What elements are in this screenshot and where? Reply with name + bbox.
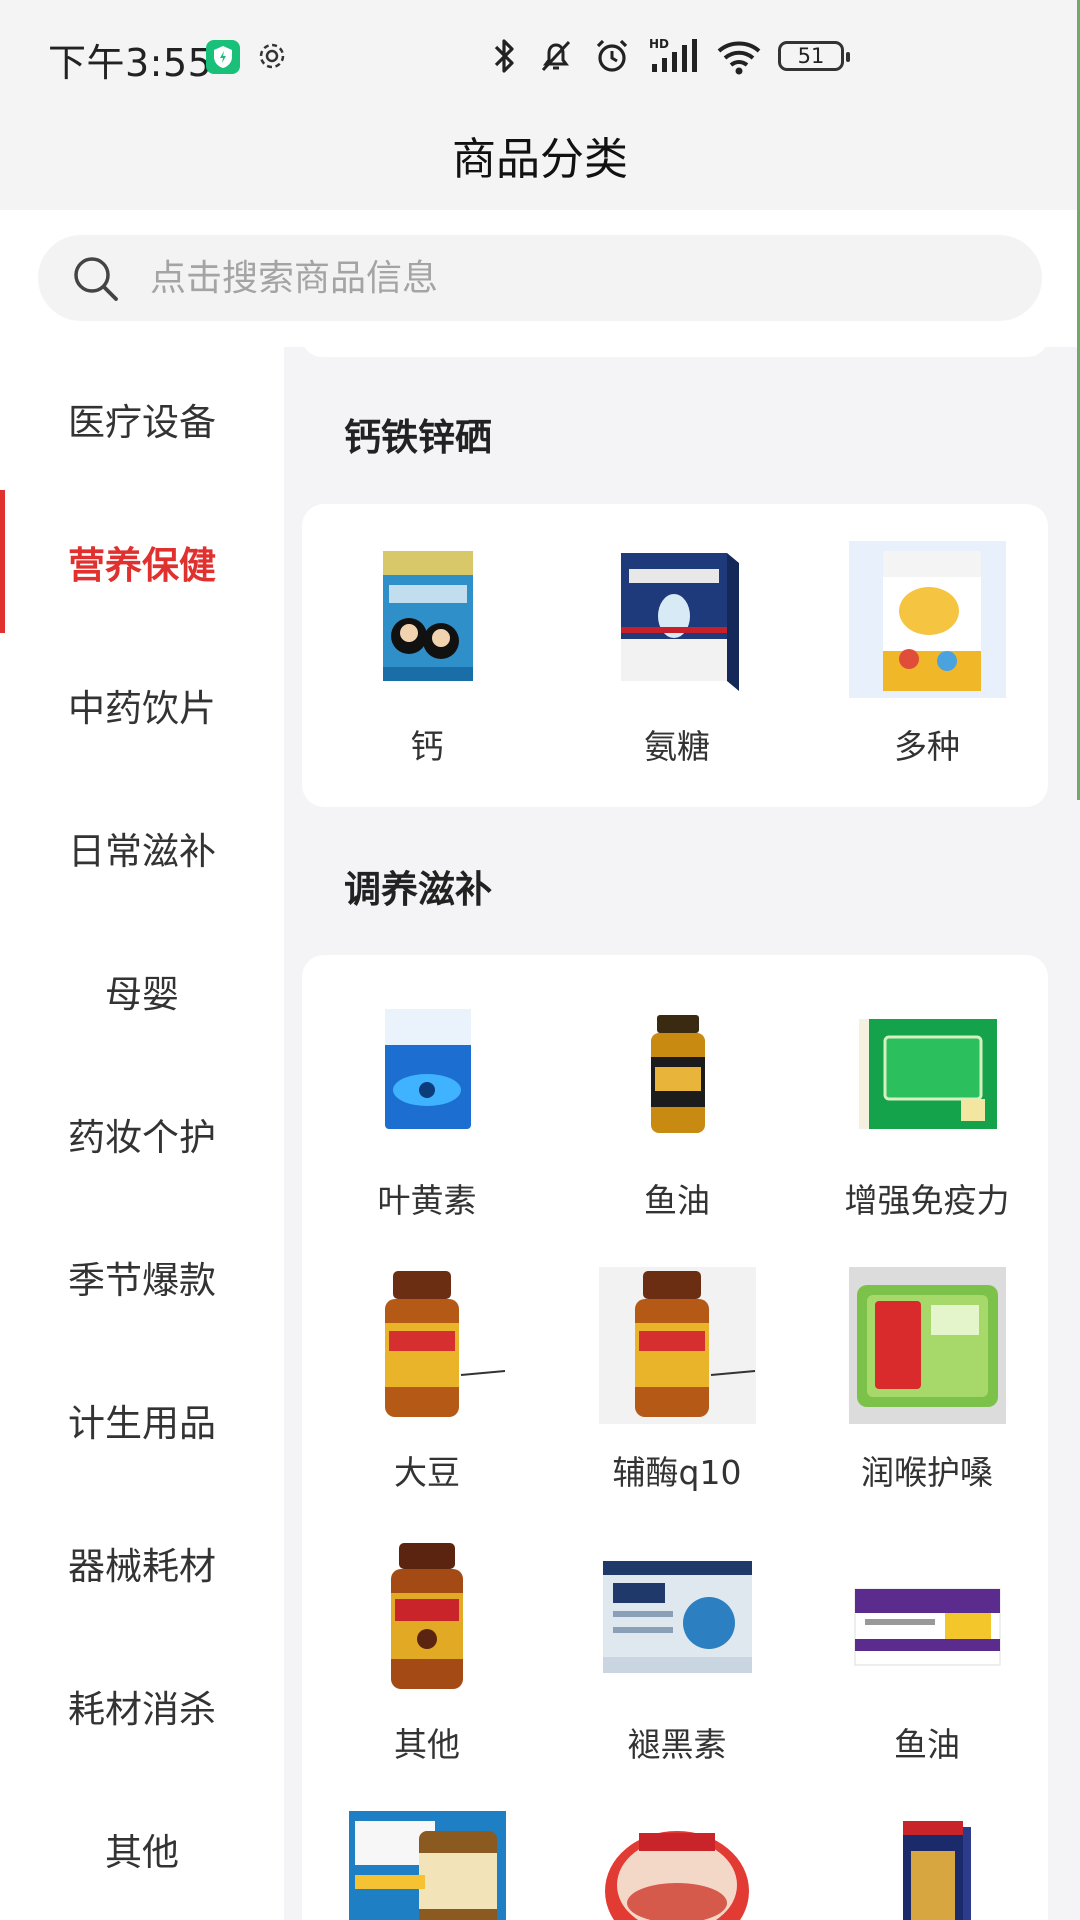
search-box[interactable] — [38, 235, 1042, 321]
cellular-signal-icon: HD — [649, 37, 697, 72]
product-card: 钙 氨糖 多种 — [302, 504, 1048, 807]
lutein-box-image — [349, 995, 506, 1152]
product-label: 其他 — [394, 1725, 460, 1764]
product-label: 鱼油 — [894, 1725, 960, 1764]
sidebar-item-seasonal[interactable]: 季节爆款 — [0, 1205, 284, 1348]
page-title: 商品分类 — [452, 134, 628, 185]
svg-text:HD: HD — [649, 37, 669, 51]
product-label: 大豆 — [394, 1453, 460, 1492]
sidebar-item-daily-tonic[interactable]: 日常滋补 — [0, 776, 284, 919]
other-bottle-image — [349, 1539, 506, 1696]
sidebar-item-other[interactable]: 其他 — [0, 1777, 284, 1920]
product-tile[interactable] — [802, 1811, 1052, 1920]
throat-tin-image — [848, 1267, 1006, 1424]
calcium-box-image — [349, 541, 506, 698]
product-tile[interactable]: 增强免疫力 — [802, 995, 1052, 1222]
immunity-box-image — [849, 995, 1006, 1152]
tonic-box-image — [849, 1811, 1006, 1920]
gear-icon — [256, 40, 288, 76]
product-label: 氨糖 — [644, 727, 710, 766]
product-tile[interactable]: 辅酶q10 — [552, 1267, 802, 1494]
product-tile[interactable]: 鱼油 — [802, 1539, 1052, 1766]
product-tile[interactable]: 钙 — [302, 541, 552, 768]
section-title: 调养滋补 — [344, 868, 492, 911]
product-label: 增强免疫力 — [844, 1181, 1010, 1220]
sidebar-item-cosmetic-care[interactable]: 药妆个护 — [0, 1062, 284, 1205]
sidebar-item-disinfection[interactable]: 耗材消杀 — [0, 1634, 284, 1777]
security-shield-icon — [206, 40, 240, 74]
product-tile[interactable]: 鱼油 — [552, 995, 802, 1222]
status-bar: 下午3:55 HD 51 — [0, 0, 1080, 110]
product-label: 辅酶q10 — [612, 1453, 742, 1492]
product-label: 鱼油 — [644, 1181, 710, 1220]
battery-icon: 51 — [778, 41, 850, 71]
section-title: 钙铁锌硒 — [344, 416, 492, 459]
bluetooth-icon — [494, 39, 514, 73]
product-tile[interactable]: 褪黑素 — [552, 1539, 802, 1766]
product-tile[interactable]: 其他 — [302, 1539, 552, 1766]
sidebar-item-instruments[interactable]: 器械耗材 — [0, 1491, 284, 1634]
glucosamine-box-image — [599, 541, 756, 698]
sidebar-item-family-planning[interactable]: 计生用品 — [0, 1348, 284, 1491]
product-label: 润喉护嗓 — [861, 1453, 993, 1492]
product-label: 褪黑素 — [627, 1725, 727, 1764]
fish-oil-dha-box-image — [849, 1539, 1006, 1696]
sidebar-item-medical-devices[interactable]: 医疗设备 — [0, 347, 284, 490]
immunity-bottle-image — [348, 1811, 506, 1920]
mute-bell-icon — [541, 40, 571, 72]
fish-oil-bottle-image — [599, 995, 756, 1152]
product-tile[interactable]: 氨糖 — [552, 541, 802, 768]
multivitamin-box-image — [848, 541, 1006, 698]
product-tile[interactable]: 大豆 — [302, 1267, 552, 1494]
melatonin-box-image — [599, 1539, 756, 1696]
product-tile[interactable]: 多种 — [802, 541, 1052, 768]
product-label: 多种 — [894, 727, 960, 766]
search-bar — [0, 210, 1080, 347]
sidebar-item-nutrition[interactable]: 营养保健 — [0, 490, 284, 633]
search-input[interactable] — [150, 235, 1010, 321]
status-time: 下午3:55 — [48, 41, 213, 85]
alarm-icon — [596, 39, 628, 72]
product-tile[interactable]: 润喉护嗓 — [802, 1267, 1052, 1494]
product-label: 叶黄素 — [377, 1181, 477, 1220]
tonic-tin-image — [599, 1811, 756, 1920]
product-tile[interactable]: 叶黄素 — [302, 995, 552, 1222]
previous-card-edge — [302, 347, 1048, 357]
status-icons: HD 51 — [490, 34, 850, 78]
coq10-bottle-image — [598, 1267, 756, 1424]
product-label: 钙 — [410, 727, 444, 766]
sidebar-item-herbal-slices[interactable]: 中药饮片 — [0, 633, 284, 776]
product-tile[interactable] — [302, 1811, 552, 1920]
app-header: 商品分类 — [0, 110, 1080, 210]
product-tile[interactable] — [552, 1811, 802, 1920]
product-card: 叶黄素 鱼油 增强免疫力 大豆 辅酶q10 润喉护嗓 其他 褪黑素 鱼油 — [302, 955, 1048, 1920]
soy-bottle-image — [349, 1267, 506, 1424]
sidebar-item-mother-baby[interactable]: 母婴 — [0, 919, 284, 1062]
search-icon — [74, 257, 118, 301]
product-content: 钙铁锌硒 钙 氨糖 多种 调养滋补 叶黄素 鱼油 增强免疫力 大豆 辅酶q10 … — [284, 347, 1080, 1920]
category-sidebar: 医疗设备 营养保健 中药饮片 日常滋补 母婴 药妆个护 季节爆款 计生用品 器械… — [0, 347, 284, 1920]
wifi-icon — [717, 41, 761, 75]
